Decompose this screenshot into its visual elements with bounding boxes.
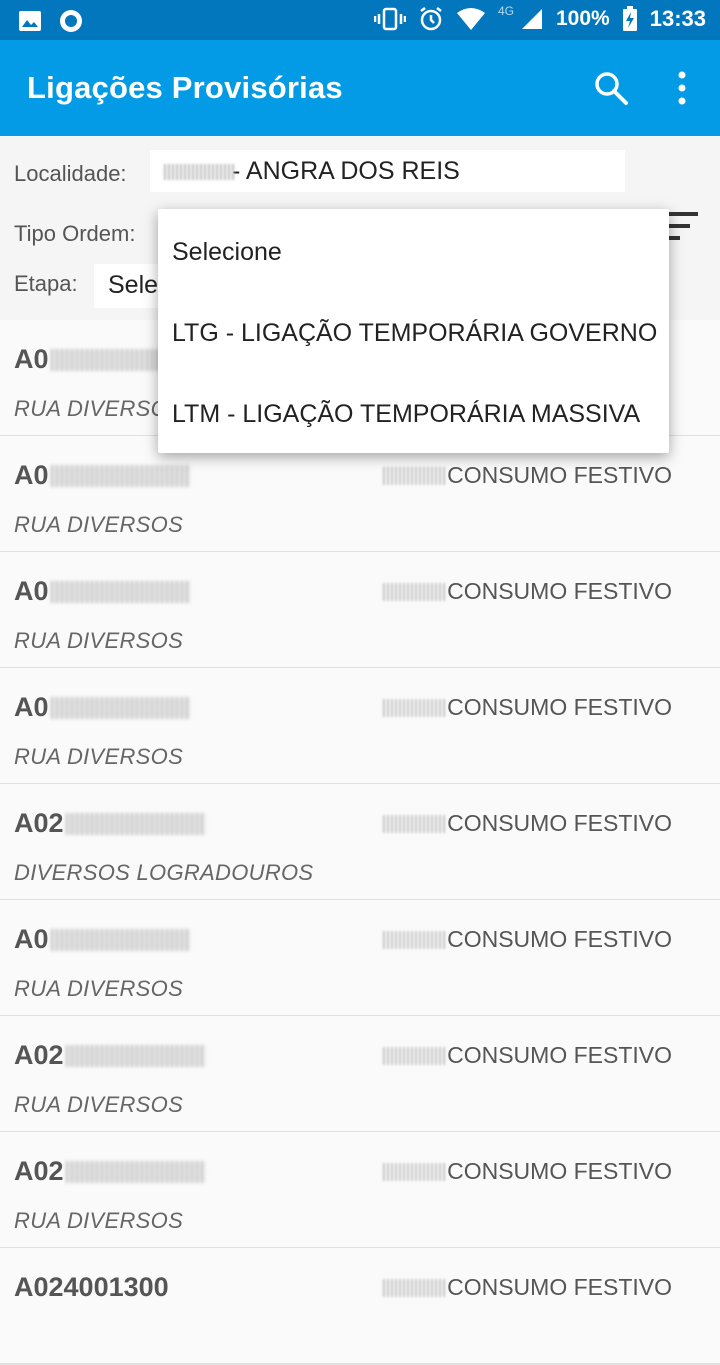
wifi-icon bbox=[456, 8, 485, 30]
dropdown-option-selecione[interactable]: Selecione bbox=[172, 238, 282, 267]
order-address: RUA DIVERSOS bbox=[14, 512, 184, 537]
order-code: A0 bbox=[14, 692, 191, 723]
list-item[interactable]: A0 CONSUMO FESTIVO RUA DIVERSOS bbox=[0, 552, 720, 669]
etapa-label: Etapa: bbox=[14, 271, 78, 296]
list-item[interactable]: A02 CONSUMO FESTIVO RUA DIVERSOS bbox=[0, 1132, 720, 1249]
order-type: CONSUMO FESTIVO bbox=[383, 810, 672, 837]
order-code: A0 bbox=[14, 576, 191, 607]
list-item[interactable]: A0 CONSUMO FESTIVO RUA DIVERSOS bbox=[0, 668, 720, 785]
order-type: CONSUMO FESTIVO bbox=[383, 578, 672, 605]
status-bar: 4G 100% 13:33 bbox=[0, 0, 720, 40]
order-type: CONSUMO FESTIVO bbox=[383, 694, 672, 721]
order-code: A02 bbox=[14, 808, 206, 839]
more-options-icon[interactable] bbox=[668, 68, 696, 108]
order-address: RUA DIVERSOS bbox=[14, 628, 184, 653]
dropdown-option-ltg[interactable]: LTG - LIGAÇÃO TEMPORÁRIA GOVERNO bbox=[172, 319, 657, 348]
image-notification-icon bbox=[19, 11, 41, 31]
app-bar: Ligações Provisórias bbox=[0, 40, 720, 136]
order-address: RUA DIVERSOS bbox=[14, 1092, 184, 1117]
battery-charging-icon bbox=[622, 6, 637, 31]
app-notification-icon bbox=[60, 10, 82, 32]
order-address: RUA DIVERSOS bbox=[14, 744, 184, 769]
network-type: 4G bbox=[497, 4, 514, 18]
order-type: CONSUMO FESTIVO bbox=[383, 926, 672, 953]
localidade-field[interactable]: - ANGRA DOS REIS bbox=[150, 150, 625, 192]
tipo-ordem-dropdown: Selecione LTG - LIGAÇÃO TEMPORÁRIA GOVER… bbox=[158, 209, 669, 453]
localidade-label: Localidade: bbox=[14, 161, 127, 186]
list-item[interactable]: A0 CONSUMO FESTIVO RUA DIVERSOS bbox=[0, 436, 720, 553]
list-item[interactable]: A024001300 CONSUMO FESTIVO bbox=[0, 1248, 720, 1365]
dropdown-option-ltm[interactable]: LTM - LIGAÇÃO TEMPORÁRIA MASSIVA bbox=[172, 400, 640, 429]
order-type: CONSUMO FESTIVO bbox=[383, 462, 672, 489]
order-code: A0 bbox=[14, 924, 191, 955]
order-type: CONSUMO FESTIVO bbox=[383, 1158, 672, 1185]
battery-percent: 100% bbox=[556, 7, 610, 30]
search-icon[interactable] bbox=[593, 70, 629, 106]
order-address: RUA DIVERSOS bbox=[14, 976, 184, 1001]
order-address: RUA DIVERSOS bbox=[14, 1208, 184, 1233]
vibrate-icon bbox=[373, 7, 406, 31]
alarm-icon bbox=[420, 7, 442, 31]
page-title: Ligações Provisórias bbox=[27, 70, 343, 105]
order-code: A024001300 bbox=[14, 1272, 169, 1302]
list-item[interactable]: A02 CONSUMO FESTIVO DIVERSOS LOGRADOUROS bbox=[0, 784, 720, 901]
order-type: CONSUMO FESTIVO bbox=[383, 1042, 672, 1069]
etapa-value: Sele bbox=[108, 271, 159, 299]
localidade-value: - ANGRA DOS REIS bbox=[232, 157, 460, 185]
order-address: DIVERSOS LOGRADOUROS bbox=[14, 860, 314, 885]
redacted-code bbox=[164, 164, 234, 181]
order-type: CONSUMO FESTIVO bbox=[383, 1274, 672, 1301]
list-item[interactable]: A02 CONSUMO FESTIVO RUA DIVERSOS bbox=[0, 1016, 720, 1133]
order-code: A02 bbox=[14, 1040, 206, 1071]
filter-sort-icon[interactable] bbox=[664, 209, 700, 245]
order-code: A0 bbox=[14, 460, 191, 491]
order-code: A02 bbox=[14, 1156, 206, 1187]
clock: 13:33 bbox=[649, 6, 706, 31]
cell-signal-icon bbox=[522, 9, 542, 29]
list-item[interactable]: A0 CONSUMO FESTIVO RUA DIVERSOS bbox=[0, 900, 720, 1017]
tipo-ordem-label: Tipo Ordem: bbox=[14, 221, 136, 246]
